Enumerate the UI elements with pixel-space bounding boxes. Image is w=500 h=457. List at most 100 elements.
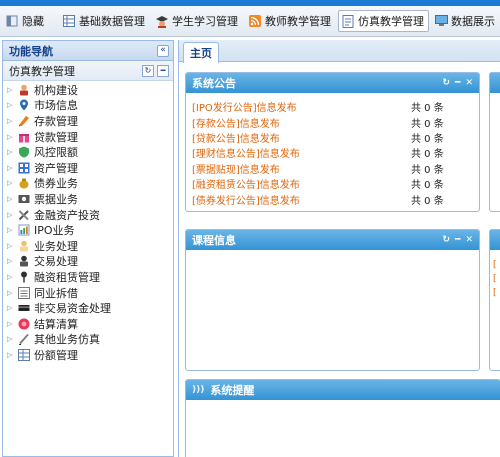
nav-item-financial-leasing[interactable]: ▷ 融资租赁管理 bbox=[3, 269, 173, 285]
rss-icon bbox=[248, 14, 262, 28]
notice-panel: 系统公告 ↻ ━ ✕ [IPO发行公告]信息发布共 0 条 [存款公告]信息发布… bbox=[185, 72, 480, 212]
notice-count: 共 0 条 bbox=[411, 149, 444, 161]
nav-item-deposit[interactable]: ▷ 存款管理 bbox=[3, 113, 173, 129]
nav-item-bill[interactable]: ▷ 票据业务 bbox=[3, 191, 173, 207]
nav-section-title: 仿真教学管理 bbox=[9, 64, 75, 78]
data-display-button[interactable]: 数据展示 bbox=[431, 10, 500, 32]
nav-item-label: 非交易资金处理 bbox=[34, 302, 111, 316]
reminder-panel: ))) 系统提醒 bbox=[185, 379, 500, 457]
expand-arrow-icon[interactable]: ▷ bbox=[7, 101, 17, 109]
pencil-icon bbox=[17, 333, 31, 346]
card-icon bbox=[17, 302, 31, 315]
nav-item-non-trading-funds[interactable]: ▷ 非交易资金处理 bbox=[3, 300, 173, 316]
nav-item-other-simulation[interactable]: ▷ 其他业务仿真 bbox=[3, 332, 173, 348]
nav-item-label: 融资租赁管理 bbox=[34, 270, 100, 284]
hide-button[interactable]: 隐藏 bbox=[2, 10, 49, 32]
nav-item-ipo[interactable]: ▷ IPO业务 bbox=[3, 222, 173, 238]
notice-count: 共 0 条 bbox=[411, 180, 444, 192]
nav-item-label: 金融资产投资 bbox=[34, 208, 100, 222]
notice-link[interactable]: [理财信息公告]信息发布 bbox=[192, 145, 300, 160]
expand-arrow-icon[interactable]: ▷ bbox=[7, 242, 17, 250]
nav-item-business-processing[interactable]: ▷ 业务处理 bbox=[3, 238, 173, 254]
notice-panel-title: 系统公告 bbox=[192, 77, 236, 90]
nav-item-risk-limit[interactable]: ▷ 风控限额 bbox=[3, 144, 173, 160]
nav-section-header[interactable]: 仿真教学管理 ↻ ━ bbox=[3, 61, 173, 81]
person-icon bbox=[17, 83, 31, 96]
notice-panel-header: 系统公告 ↻ ━ ✕ bbox=[186, 73, 479, 93]
refresh-icon[interactable]: ↻ bbox=[442, 78, 450, 88]
minimize-icon[interactable]: ━ bbox=[157, 64, 169, 77]
student-icon bbox=[155, 14, 169, 28]
main-area: 主页 系统公告 ↻ ━ ✕ [IPO发行公告]信息发布共 0 条 [存款公告]信… bbox=[178, 40, 500, 457]
tools-icon bbox=[17, 208, 31, 221]
nav-item-bond[interactable]: ▷ 债券业务 bbox=[3, 176, 173, 192]
nav-item-financial-investment[interactable]: ▷ 金融资产投资 bbox=[3, 207, 173, 223]
expand-arrow-icon[interactable]: ▷ bbox=[7, 179, 17, 187]
person-icon bbox=[17, 239, 31, 252]
student-study-button[interactable]: 学生学习管理 bbox=[152, 10, 243, 32]
expand-arrow-icon[interactable]: ▷ bbox=[7, 195, 17, 203]
portal-content: 系统公告 ↻ ━ ✕ [IPO发行公告]信息发布共 0 条 [存款公告]信息发布… bbox=[179, 63, 500, 457]
expand-arrow-icon[interactable]: ▷ bbox=[7, 320, 17, 328]
expand-arrow-icon[interactable]: ▷ bbox=[7, 86, 17, 94]
nav-item-label: 市场信息 bbox=[34, 99, 78, 113]
close-icon[interactable]: ✕ bbox=[465, 78, 473, 88]
notice-link[interactable]: [存款公告]信息发布 bbox=[192, 115, 280, 130]
tab-home[interactable]: 主页 bbox=[183, 42, 219, 63]
course-panel-title: 课程信息 bbox=[192, 234, 236, 247]
nav-item-label: 存款管理 bbox=[34, 114, 78, 128]
simulation-teaching-button[interactable]: 仿真教学管理 bbox=[338, 10, 429, 32]
course-panel-header: 课程信息 ↻ ━ ✕ bbox=[186, 230, 479, 250]
nav-item-market-info[interactable]: ▷ 市场信息 bbox=[3, 98, 173, 114]
notice-link[interactable]: [IPO发行公告]信息发布 bbox=[192, 99, 297, 114]
expand-arrow-icon[interactable]: ▷ bbox=[7, 304, 17, 312]
nav-item-transaction[interactable]: ▷ 交易处理 bbox=[3, 254, 173, 270]
circle-icon bbox=[17, 317, 31, 330]
minimize-icon[interactable]: ━ bbox=[455, 235, 460, 245]
notice-link[interactable]: [融资租赁公告]信息发布 bbox=[192, 176, 300, 191]
nav-item-label: 结算清算 bbox=[34, 317, 78, 331]
notice-count: 共 0 条 bbox=[411, 133, 444, 145]
expand-arrow-icon[interactable]: ▷ bbox=[7, 211, 17, 219]
nav-item-loan[interactable]: ▷ 贷款管理 bbox=[3, 129, 173, 145]
expand-arrow-icon[interactable]: ▷ bbox=[7, 148, 17, 156]
notice-count: 共 0 条 bbox=[411, 195, 444, 207]
list-item: [融资租赁公告]信息发布 共 0 条 bbox=[192, 176, 473, 191]
notice-link[interactable]: [债券发行公告]信息发布 bbox=[192, 192, 300, 207]
basic-data-button[interactable]: 基础数据管理 bbox=[59, 10, 150, 32]
expand-arrow-icon[interactable]: ▷ bbox=[7, 226, 17, 234]
expand-arrow-icon[interactable]: ▷ bbox=[7, 257, 17, 265]
nav-item-share[interactable]: ▷ 份额管理 bbox=[3, 347, 173, 363]
nav-item-org-building[interactable]: ▷ 机构建设 bbox=[3, 82, 173, 98]
collapse-sidebar-button[interactable]: « bbox=[157, 44, 169, 57]
refresh-icon[interactable]: ↻ bbox=[142, 64, 154, 77]
list-icon bbox=[17, 286, 31, 299]
list-item: [票据贴现]信息发布 共 0 条 bbox=[192, 161, 473, 176]
main-toolbar: 隐藏 基础数据管理 学生学习管理 教师教学管理 仿真教学管理 数据展示 bbox=[0, 6, 500, 37]
expand-arrow-icon[interactable]: ▷ bbox=[7, 335, 17, 343]
teacher-teaching-button[interactable]: 教师教学管理 bbox=[245, 10, 336, 32]
course-panel: 课程信息 ↻ ━ ✕ bbox=[185, 229, 480, 371]
hide-label: 隐藏 bbox=[22, 15, 44, 28]
expand-arrow-icon[interactable]: ▷ bbox=[7, 164, 17, 172]
minimize-icon[interactable]: ━ bbox=[455, 78, 460, 88]
nav-item-interbank[interactable]: ▷ 同业拆借 bbox=[3, 285, 173, 301]
close-icon[interactable]: ✕ bbox=[465, 235, 473, 245]
notice-link[interactable]: [票据贴现]信息发布 bbox=[192, 161, 280, 176]
expand-arrow-icon[interactable]: ▷ bbox=[7, 289, 17, 297]
nav-item-asset[interactable]: ▷ 资产管理 bbox=[3, 160, 173, 176]
notice-link[interactable]: [贷款公告]信息发布 bbox=[192, 130, 280, 145]
refresh-icon[interactable]: ↻ bbox=[442, 235, 450, 245]
nav-item-settlement[interactable]: ▷ 结算清算 bbox=[3, 316, 173, 332]
notice-count: 共 0 条 bbox=[411, 118, 444, 130]
function-nav-title: 功能导航 bbox=[9, 44, 53, 58]
list-item: [存款公告]信息发布 共 0 条 bbox=[192, 114, 473, 130]
chart-icon bbox=[17, 224, 31, 237]
gift-icon bbox=[17, 130, 31, 143]
expand-arrow-icon[interactable]: ▷ bbox=[7, 133, 17, 141]
expand-arrow-icon[interactable]: ▷ bbox=[7, 117, 17, 125]
reminder-panel-title: 系统提醒 bbox=[210, 384, 255, 397]
expand-arrow-icon[interactable]: ▷ bbox=[7, 273, 17, 281]
nav-item-label: 债券业务 bbox=[34, 177, 78, 191]
expand-arrow-icon[interactable]: ▷ bbox=[7, 351, 17, 359]
